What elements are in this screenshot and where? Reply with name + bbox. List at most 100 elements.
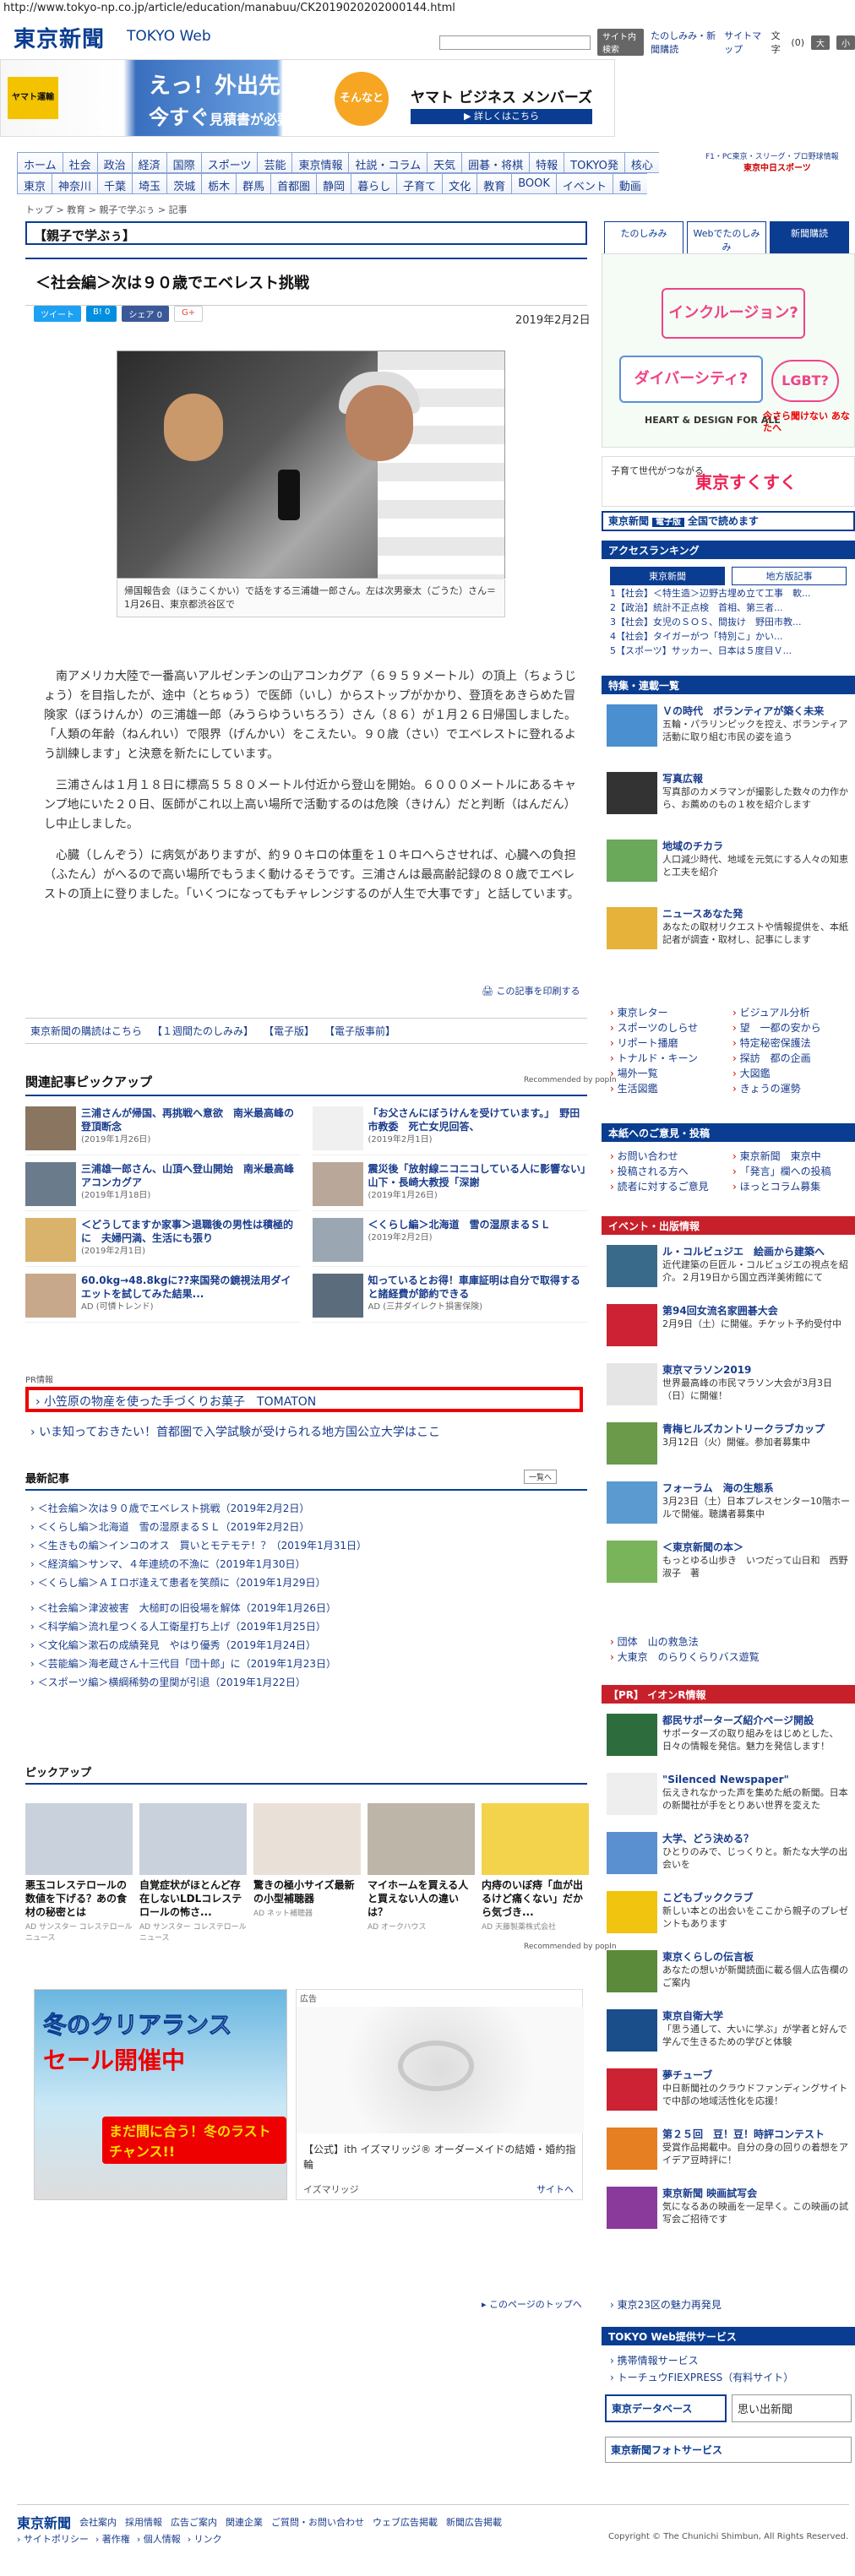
nav-item[interactable]: 核心: [624, 152, 659, 173]
font-small-button[interactable]: 小: [836, 35, 855, 50]
nav-item[interactable]: イベント: [555, 173, 613, 194]
related-title[interactable]: 三浦雄一郎さん、山頂へ登山開始 南米最高峰アコンカグア (2019年1月18日): [81, 1162, 301, 1210]
service-link[interactable]: › 携帯情報サービス: [610, 2352, 855, 2369]
chunichi-sports-link[interactable]: 東京中日スポーツ: [743, 160, 811, 173]
latest-item[interactable]: › ＜スポーツ編＞横綱稀勢の里関が引退（2019年1月22日）: [30, 1673, 571, 1692]
pr-title[interactable]: "Silenced Newspaper": [662, 1773, 850, 1786]
pr-item[interactable]: 東京新聞 映画試写会 気になるあの映画を一足早く。この映画の試写会ご招待です: [607, 2187, 850, 2229]
related-title[interactable]: ＜どうしてますか家事＞退職後の男性は積極的に 夫婦円満、生活にも張り (2019年…: [81, 1218, 301, 1266]
tweet-button[interactable]: ツイート: [34, 306, 81, 322]
top-banner-ad[interactable]: ヤマト運輸 えっ！外出先なのに、 今すぐ見積書が必要!? そんなときは... ヤ…: [0, 59, 615, 159]
hatena-button[interactable]: B! 0: [86, 306, 117, 322]
nav-item[interactable]: 囲碁・将棋: [461, 152, 530, 173]
nav-item[interactable]: TOKYO発: [564, 152, 624, 173]
related-item[interactable]: ＜どうしてますか家事＞退職後の男性は積極的に 夫婦円満、生活にも張り (2019年…: [25, 1218, 301, 1267]
ad-cta-button[interactable]: ▶ 詳しくはこちら: [411, 109, 592, 124]
ranking-tab-local[interactable]: 地方版記事: [732, 567, 847, 585]
tire-sale-ad[interactable]: 冬のクリアランス セール開催中 まだ間に合う！冬のラストチャンス!!: [34, 1989, 287, 2200]
pickup-card[interactable]: マイホームを買える人と買えない人の違いは？ AD オークハウス: [368, 1803, 475, 1943]
pr-title[interactable]: 大学、どう決める？: [662, 1832, 850, 1845]
pickup-card[interactable]: 自覚症状がほとんど存在しないLDLコレステロールの怖さ... AD サンスター コ…: [139, 1803, 247, 1943]
footer-link[interactable]: › サイトポリシー: [17, 2532, 89, 2546]
latest-more-button[interactable]: 一覧へ: [524, 1470, 558, 1484]
event-title[interactable]: ル・コルビュジエ 絵画から建築へ: [662, 1245, 850, 1258]
sukusuku-banner[interactable]: 子育て世代がつながる 東京すくすく: [602, 456, 855, 507]
gplus-button[interactable]: G+: [173, 306, 204, 322]
latest-item[interactable]: › ＜くらし編＞北海道 雪の湿原まるＳＬ（2019年2月2日）: [30, 1518, 571, 1536]
footer-link[interactable]: › リンク: [188, 2532, 222, 2546]
ranking-item[interactable]: 5【スポーツ】サッカー、日本は５度目Ｖ...: [610, 644, 855, 658]
pr-title[interactable]: 東京新聞 映画試写会: [662, 2187, 850, 2200]
pr-item[interactable]: 都民サポーターズ紹介ページ開設 サポーターズの取り組みをはじめとした、日々の情報を…: [607, 1714, 850, 1756]
nav-item[interactable]: 政治: [96, 152, 132, 173]
event-link[interactable]: 大東京 のらりくらりバス遊覧: [610, 1649, 855, 1665]
info-link[interactable]: ほっとコラム募集: [732, 1179, 855, 1194]
latest-item[interactable]: › ＜社会編＞津波被害 大槌町の旧役場を解体（2019年1月26日）: [30, 1599, 571, 1617]
service-link[interactable]: › トーチュウFIEXPRESS（有料サイト）: [610, 2369, 855, 2386]
pr-ad-link-2[interactable]: › いま知っておきたい！首都圏で入学試験が受けられる地方国公立大学はここ: [30, 1423, 440, 1440]
event-title[interactable]: フォーラム 海の生態系: [662, 1481, 850, 1495]
footer-link[interactable]: › 著作権: [95, 2532, 130, 2546]
event-item[interactable]: 東京マラソン2019 世界最高峰の市民マラソン大会が3月3日（日）に開催！: [607, 1363, 850, 1405]
pr-title[interactable]: 都民サポーターズ紹介ページ開設: [662, 1714, 850, 1727]
related-title[interactable]: 震災後「放射線ニコニコしている人に影響ない」 山下・長崎大教授「深謝 (2019年…: [368, 1162, 596, 1210]
nav-item[interactable]: 動画: [612, 173, 647, 194]
latest-item[interactable]: › ＜くらし編＞ＡＩロボ逢えて患者を笑顔に（2019年1月29日）: [30, 1573, 571, 1592]
related-title[interactable]: 知っているとお得！車庫証明は自分で取得すると諸経費が節約できる AD (三井ダイレ…: [368, 1274, 588, 1322]
event-link[interactable]: 団体 山の救急法: [610, 1634, 855, 1649]
pickup-card[interactable]: 驚きの極小サイズ最新の小型補聴器 AD ネット補聴器: [253, 1803, 361, 1943]
database-button[interactable]: 東京データベース: [605, 2394, 727, 2422]
search-button[interactable]: サイト内検索: [597, 29, 645, 56]
related-item[interactable]: 三浦雄一郎さん、山頂へ登山開始 南米最高峰アコンカグア (2019年1月18日): [25, 1162, 301, 1211]
special-title[interactable]: 写真広報: [662, 772, 850, 785]
digital-link[interactable]: 【電子版】: [264, 1024, 314, 1038]
footer-link[interactable]: ウェブ広告掲載: [373, 2515, 438, 2529]
event-item[interactable]: ル・コルビュジエ 絵画から建築へ 近代建築の巨匠ル・コルビュジエの視点を紹介。２月…: [607, 1245, 850, 1287]
footer-logo[interactable]: 東京新聞: [17, 2512, 71, 2532]
related-title[interactable]: 60.0kg→48.8kgに??来国発の鏡視法用ダイエットを試してみた結果...…: [81, 1274, 301, 1322]
digital-pre-link[interactable]: 【電子版事前】: [324, 1024, 395, 1038]
pr-title[interactable]: 東京自衛大学: [662, 2009, 850, 2023]
special-link[interactable]: 場外一覧: [610, 1066, 732, 1081]
nav-item[interactable]: BOOK: [511, 173, 556, 194]
latest-item[interactable]: › ＜科学編＞流れ星つくる人工衛星打ち上げ（2019年1月25日）: [30, 1617, 571, 1636]
special-link[interactable]: 大図鑑: [732, 1066, 855, 1081]
ranking-item[interactable]: 4【社会】タイガーがつ「特別こ」かい...: [610, 629, 855, 644]
footer-link[interactable]: 広告ご案内: [171, 2515, 217, 2529]
nav-item[interactable]: 埼玉: [132, 173, 167, 194]
footer-link[interactable]: › 個人情報: [137, 2532, 181, 2546]
special-item[interactable]: 地域のチカラ 人口減少時代、地域を元気にする人々の知恵と工夫を紹介: [607, 840, 850, 882]
special-item[interactable]: 写真広報 写真部のカメラマンが撮影した数々の力作から、お薦めのもの１枚を紹介します: [607, 772, 850, 814]
nav-item[interactable]: 静岡: [316, 173, 351, 194]
latest-item[interactable]: › ＜芸能編＞海老蔵さん十三代目「団十郎」に（2019年1月23日）: [30, 1655, 571, 1673]
nav-item[interactable]: ホーム: [17, 152, 63, 173]
pr-item[interactable]: 第２５回 豆！豆！時評コンテスト 受賞作品掲載中。自分の身の回りの着想をアイデア豆…: [607, 2128, 850, 2170]
ad-site-link[interactable]: サイトへ: [536, 2182, 574, 2196]
special-title[interactable]: Ｖの時代 ボランティアが築く未来: [662, 704, 850, 718]
pickup-title[interactable]: 驚きの極小サイズ最新の小型補聴器: [253, 1878, 361, 1905]
pr-title[interactable]: 夢チューブ: [662, 2068, 850, 2082]
special-link[interactable]: スポーツのしらせ: [610, 1020, 732, 1035]
pr-title[interactable]: 第２５回 豆！豆！時評コンテスト: [662, 2128, 850, 2141]
site-logo[interactable]: 東京新聞: [14, 22, 105, 53]
nav-item[interactable]: 首都圏: [270, 173, 317, 194]
pr-title[interactable]: こどもブッククラブ: [662, 1891, 850, 1905]
pr-item[interactable]: 東京くらしの伝言板 あなたの想いが新聞読面に載る個人広告欄のご案内: [607, 1950, 850, 1992]
related-item[interactable]: 60.0kg→48.8kgに??来国発の鏡視法用ダイエットを試してみた結果...…: [25, 1274, 301, 1323]
nav-item[interactable]: 子育て: [396, 173, 443, 194]
info-link[interactable]: 「発言」欄への投稿: [732, 1164, 855, 1179]
event-title[interactable]: 東京マラソン2019: [662, 1363, 850, 1377]
related-item[interactable]: 震災後「放射線ニコニコしている人に影響ない」 山下・長崎大教授「深謝 (2019年…: [312, 1162, 596, 1211]
nav-item[interactable]: 経済: [131, 152, 166, 173]
related-title[interactable]: 三浦さんが帰国、再挑戦へ意欲 南米最高峰の登頂断念 (2019年1月26日): [81, 1106, 301, 1155]
pr-item[interactable]: こどもブッククラブ 新しい本との出会いをここから親子のプレゼントもあります: [607, 1891, 850, 1933]
footer-link[interactable]: 採用情報: [125, 2515, 162, 2529]
special-link[interactable]: 生活図鑑: [610, 1081, 732, 1096]
pickup-card[interactable]: 内痔のいぼ痔「血が出るけど痛くない」だから気づき... AD 天藤製薬株式会社: [482, 1803, 589, 1943]
search-input[interactable]: [439, 35, 591, 50]
nav-item[interactable]: 暮らし: [351, 173, 397, 194]
event-title[interactable]: 青梅ヒルズカントリークラブカップ: [662, 1422, 825, 1436]
special-link[interactable]: 特定秘密保護法: [732, 1035, 855, 1051]
omoide-button[interactable]: 思い出新聞: [732, 2394, 852, 2422]
info-link[interactable]: 東京新聞 東京中: [732, 1149, 855, 1164]
